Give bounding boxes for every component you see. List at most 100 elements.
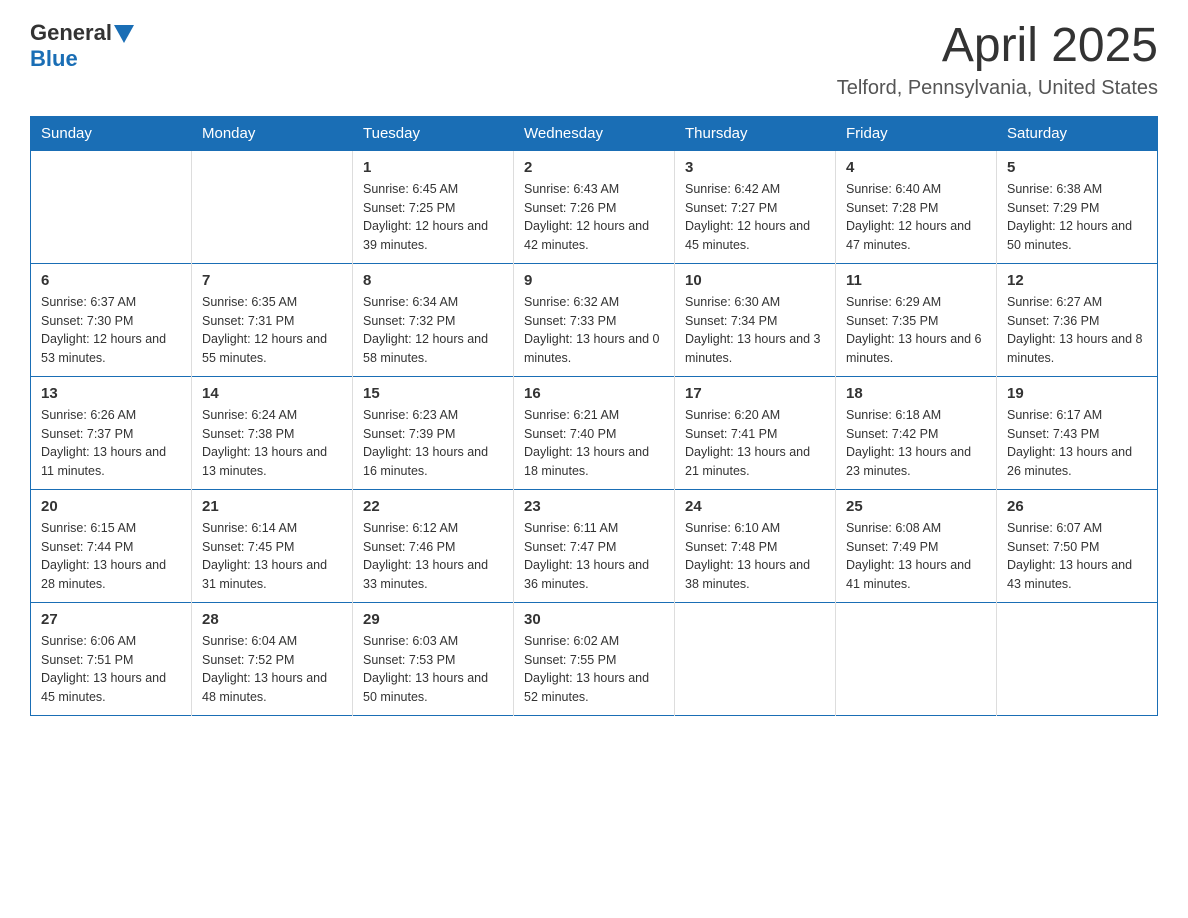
day-info: Sunrise: 6:40 AMSunset: 7:28 PMDaylight:… xyxy=(846,180,986,255)
day-info: Sunrise: 6:07 AMSunset: 7:50 PMDaylight:… xyxy=(1007,519,1147,594)
calendar-cell: 12 Sunrise: 6:27 AMSunset: 7:36 PMDayligh… xyxy=(997,263,1158,376)
title-section: April 2025 Telford, Pennsylvania, United… xyxy=(837,20,1158,100)
day-number: 27 xyxy=(41,611,181,628)
day-info: Sunrise: 6:42 AMSunset: 7:27 PMDaylight:… xyxy=(685,180,825,255)
calendar-week-1: 1 Sunrise: 6:45 AMSunset: 7:25 PMDaylight… xyxy=(31,150,1158,263)
calendar-cell: 5Sunrise: 6:38 AMSunset: 7:29 PMDaylight… xyxy=(997,150,1158,263)
day-info: Sunrise: 6:03 AMSunset: 7:53 PMDaylight:… xyxy=(363,632,503,707)
day-info: Sunrise: 6:14 AMSunset: 7:45 PMDaylight:… xyxy=(202,519,342,594)
calendar-cell: 7 Sunrise: 6:35 AMSunset: 7:31 PMDaylight… xyxy=(192,263,353,376)
weekday-header-saturday: Saturday xyxy=(997,116,1158,150)
weekday-header-tuesday: Tuesday xyxy=(353,116,514,150)
day-number: 16 xyxy=(524,385,664,402)
day-number: 29 xyxy=(363,611,503,628)
day-info: Sunrise: 6:20 AMSunset: 7:41 PMDaylight:… xyxy=(685,406,825,481)
day-number: 22 xyxy=(363,498,503,515)
day-number: 15 xyxy=(363,385,503,402)
day-number: 18 xyxy=(846,385,986,402)
calendar-cell: 29 Sunrise: 6:03 AMSunset: 7:53 PMDayligh… xyxy=(353,602,514,715)
day-number: 3 xyxy=(685,159,825,176)
day-number: 21 xyxy=(202,498,342,515)
day-number: 20 xyxy=(41,498,181,515)
day-number: 11 xyxy=(846,272,986,289)
calendar-cell: 15Sunrise: 6:23 AMSunset: 7:39 PMDayligh… xyxy=(353,376,514,489)
day-number: 4 xyxy=(846,159,986,176)
weekday-header-row: SundayMondayTuesdayWednesdayThursdayFrid… xyxy=(31,116,1158,150)
day-info: Sunrise: 6:27 AMSunset: 7:36 PMDaylight:… xyxy=(1007,293,1147,368)
day-info: Sunrise: 6:43 AMSunset: 7:26 PMDaylight:… xyxy=(524,180,664,255)
day-number: 14 xyxy=(202,385,342,402)
day-info: Sunrise: 6:18 AMSunset: 7:42 PMDaylight:… xyxy=(846,406,986,481)
day-number: 2 xyxy=(524,159,664,176)
calendar-cell xyxy=(675,602,836,715)
day-info: Sunrise: 6:37 AMSunset: 7:30 PMDaylight:… xyxy=(41,293,181,368)
calendar-cell: 19 Sunrise: 6:17 AMSunset: 7:43 PMDayligh… xyxy=(997,376,1158,489)
calendar-cell: 27 Sunrise: 6:06 AMSunset: 7:51 PMDayligh… xyxy=(31,602,192,715)
day-info: Sunrise: 6:24 AMSunset: 7:38 PMDaylight:… xyxy=(202,406,342,481)
calendar-cell xyxy=(31,150,192,263)
day-number: 25 xyxy=(846,498,986,515)
day-info: Sunrise: 6:10 AMSunset: 7:48 PMDaylight:… xyxy=(685,519,825,594)
calendar-table: SundayMondayTuesdayWednesdayThursdayFrid… xyxy=(30,116,1158,716)
calendar-week-4: 20 Sunrise: 6:15 AMSunset: 7:44 PMDayligh… xyxy=(31,489,1158,602)
day-info: Sunrise: 6:04 AMSunset: 7:52 PMDaylight:… xyxy=(202,632,342,707)
day-number: 12 xyxy=(1007,272,1147,289)
calendar-body: 1 Sunrise: 6:45 AMSunset: 7:25 PMDaylight… xyxy=(31,150,1158,715)
day-info: Sunrise: 6:35 AMSunset: 7:31 PMDaylight:… xyxy=(202,293,342,368)
calendar-cell: 3 Sunrise: 6:42 AMSunset: 7:27 PMDaylight… xyxy=(675,150,836,263)
calendar-cell xyxy=(997,602,1158,715)
weekday-header-monday: Monday xyxy=(192,116,353,150)
day-info: Sunrise: 6:11 AMSunset: 7:47 PMDaylight:… xyxy=(524,519,664,594)
day-number: 30 xyxy=(524,611,664,628)
calendar-cell: 23Sunrise: 6:11 AMSunset: 7:47 PMDayligh… xyxy=(514,489,675,602)
calendar-week-5: 27 Sunrise: 6:06 AMSunset: 7:51 PMDayligh… xyxy=(31,602,1158,715)
calendar-cell: 18 Sunrise: 6:18 AMSunset: 7:42 PMDayligh… xyxy=(836,376,997,489)
weekday-header-friday: Friday xyxy=(836,116,997,150)
calendar-week-2: 6 Sunrise: 6:37 AMSunset: 7:30 PMDaylight… xyxy=(31,263,1158,376)
calendar-cell: 9 Sunrise: 6:32 AMSunset: 7:33 PMDaylight… xyxy=(514,263,675,376)
calendar-cell: 21 Sunrise: 6:14 AMSunset: 7:45 PMDayligh… xyxy=(192,489,353,602)
day-info: Sunrise: 6:06 AMSunset: 7:51 PMDaylight:… xyxy=(41,632,181,707)
calendar-cell: 17 Sunrise: 6:20 AMSunset: 7:41 PMDayligh… xyxy=(675,376,836,489)
day-number: 19 xyxy=(1007,385,1147,402)
day-number: 26 xyxy=(1007,498,1147,515)
calendar-cell: 4 Sunrise: 6:40 AMSunset: 7:28 PMDaylight… xyxy=(836,150,997,263)
day-info: Sunrise: 6:15 AMSunset: 7:44 PMDaylight:… xyxy=(41,519,181,594)
page-header: General Blue April 2025 Telford, Pennsyl… xyxy=(30,20,1158,100)
day-info: Sunrise: 6:17 AMSunset: 7:43 PMDaylight:… xyxy=(1007,406,1147,481)
calendar-cell: 8Sunrise: 6:34 AMSunset: 7:32 PMDaylight… xyxy=(353,263,514,376)
day-info: Sunrise: 6:21 AMSunset: 7:40 PMDaylight:… xyxy=(524,406,664,481)
calendar-cell: 10Sunrise: 6:30 AMSunset: 7:34 PMDayligh… xyxy=(675,263,836,376)
day-info: Sunrise: 6:32 AMSunset: 7:33 PMDaylight:… xyxy=(524,293,664,368)
day-number: 28 xyxy=(202,611,342,628)
day-info: Sunrise: 6:08 AMSunset: 7:49 PMDaylight:… xyxy=(846,519,986,594)
day-number: 6 xyxy=(41,272,181,289)
calendar-cell: 16 Sunrise: 6:21 AMSunset: 7:40 PMDayligh… xyxy=(514,376,675,489)
day-info: Sunrise: 6:45 AMSunset: 7:25 PMDaylight:… xyxy=(363,180,503,255)
calendar-cell: 1 Sunrise: 6:45 AMSunset: 7:25 PMDaylight… xyxy=(353,150,514,263)
day-info: Sunrise: 6:26 AMSunset: 7:37 PMDaylight:… xyxy=(41,406,181,481)
day-number: 17 xyxy=(685,385,825,402)
calendar-cell xyxy=(192,150,353,263)
logo-text-blue: Blue xyxy=(30,46,78,71)
calendar-cell: 26 Sunrise: 6:07 AMSunset: 7:50 PMDayligh… xyxy=(997,489,1158,602)
calendar-cell: 13Sunrise: 6:26 AMSunset: 7:37 PMDayligh… xyxy=(31,376,192,489)
logo-text-general: General xyxy=(30,20,112,46)
calendar-week-3: 13Sunrise: 6:26 AMSunset: 7:37 PMDayligh… xyxy=(31,376,1158,489)
day-number: 24 xyxy=(685,498,825,515)
day-number: 9 xyxy=(524,272,664,289)
calendar-cell: 22 Sunrise: 6:12 AMSunset: 7:46 PMDayligh… xyxy=(353,489,514,602)
day-info: Sunrise: 6:12 AMSunset: 7:46 PMDaylight:… xyxy=(363,519,503,594)
day-number: 7 xyxy=(202,272,342,289)
calendar-cell: 25 Sunrise: 6:08 AMSunset: 7:49 PMDayligh… xyxy=(836,489,997,602)
day-info: Sunrise: 6:30 AMSunset: 7:34 PMDaylight:… xyxy=(685,293,825,368)
day-info: Sunrise: 6:29 AMSunset: 7:35 PMDaylight:… xyxy=(846,293,986,368)
logo-triangle-icon xyxy=(114,25,134,43)
calendar-cell: 6 Sunrise: 6:37 AMSunset: 7:30 PMDaylight… xyxy=(31,263,192,376)
weekday-header-wednesday: Wednesday xyxy=(514,116,675,150)
day-number: 8 xyxy=(363,272,503,289)
day-number: 1 xyxy=(363,159,503,176)
calendar-cell: 24 Sunrise: 6:10 AMSunset: 7:48 PMDayligh… xyxy=(675,489,836,602)
day-info: Sunrise: 6:02 AMSunset: 7:55 PMDaylight:… xyxy=(524,632,664,707)
weekday-header-thursday: Thursday xyxy=(675,116,836,150)
